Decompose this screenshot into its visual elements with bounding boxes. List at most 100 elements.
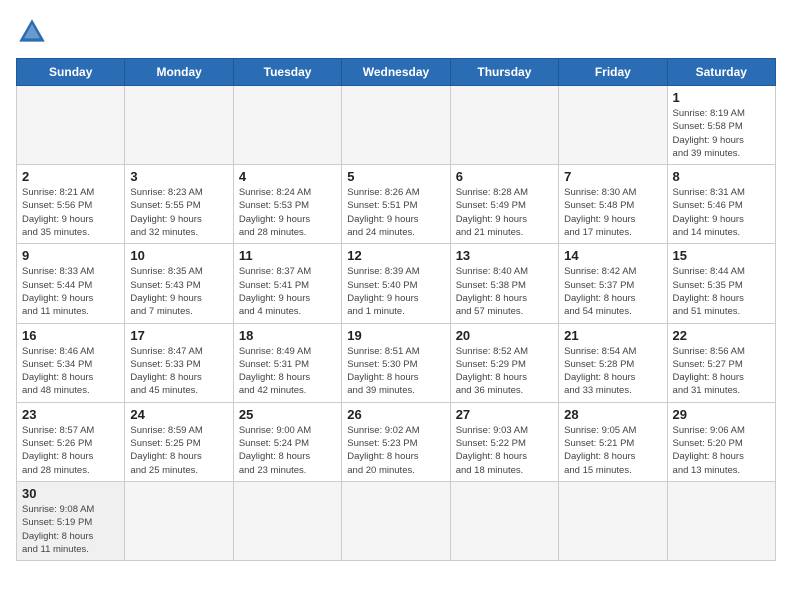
- day-number: 15: [673, 248, 770, 263]
- logo-icon: [16, 16, 48, 48]
- calendar-cell: [342, 86, 450, 165]
- day-info: Sunrise: 8:42 AMSunset: 5:37 PMDaylight:…: [564, 265, 661, 318]
- day-number: 8: [673, 169, 770, 184]
- day-info: Sunrise: 8:33 AMSunset: 5:44 PMDaylight:…: [22, 265, 119, 318]
- day-info: Sunrise: 8:54 AMSunset: 5:28 PMDaylight:…: [564, 345, 661, 398]
- calendar-cell: 23 Sunrise: 8:57 AMSunset: 5:26 PMDayligh…: [17, 402, 125, 481]
- calendar-cell: 24 Sunrise: 8:59 AMSunset: 5:25 PMDayligh…: [125, 402, 233, 481]
- day-number: 2: [22, 169, 119, 184]
- calendar-cell: 7Sunrise: 8:30 AMSunset: 5:48 PMDaylight…: [559, 165, 667, 244]
- calendar-cell: [233, 481, 341, 560]
- calendar-cell: 14 Sunrise: 8:42 AMSunset: 5:37 PMDayligh…: [559, 244, 667, 323]
- weekday-header: Friday: [559, 59, 667, 86]
- calendar-row: 16Sunrise: 8:46 AMSunset: 5:34 PMDayligh…: [17, 323, 776, 402]
- day-info: Sunrise: 8:35 AMSunset: 5:43 PMDaylight:…: [130, 265, 227, 318]
- day-number: 3: [130, 169, 227, 184]
- calendar-cell: 11 Sunrise: 8:37 AMSunset: 5:41 PMDayligh…: [233, 244, 341, 323]
- calendar-cell: 19 Sunrise: 8:51 AMSunset: 5:30 PMDayligh…: [342, 323, 450, 402]
- day-number: 5: [347, 169, 444, 184]
- day-number: 6: [456, 169, 553, 184]
- weekday-header: Sunday: [17, 59, 125, 86]
- day-number: 4: [239, 169, 336, 184]
- calendar-cell: 4Sunrise: 8:24 AMSunset: 5:53 PMDaylight…: [233, 165, 341, 244]
- calendar-cell: 10 Sunrise: 8:35 AMSunset: 5:43 PMDayligh…: [125, 244, 233, 323]
- weekday-header: Saturday: [667, 59, 775, 86]
- calendar-cell: 5 Sunrise: 8:26 AMSunset: 5:51 PMDaylight…: [342, 165, 450, 244]
- weekday-header: Monday: [125, 59, 233, 86]
- day-number: 24: [130, 407, 227, 422]
- calendar-cell: 9 Sunrise: 8:33 AMSunset: 5:44 PMDaylight…: [17, 244, 125, 323]
- day-info: Sunrise: 9:08 AMSunset: 5:19 PMDaylight:…: [22, 503, 119, 556]
- calendar-cell: 18 Sunrise: 8:49 AMSunset: 5:31 PMDayligh…: [233, 323, 341, 402]
- calendar-table: SundayMondayTuesdayWednesdayThursdayFrid…: [16, 58, 776, 561]
- day-info: Sunrise: 8:59 AMSunset: 5:25 PMDaylight:…: [130, 424, 227, 477]
- calendar-cell: [17, 86, 125, 165]
- day-info: Sunrise: 8:44 AMSunset: 5:35 PMDaylight:…: [673, 265, 770, 318]
- day-number: 23: [22, 407, 119, 422]
- calendar-cell: 3 Sunrise: 8:23 AMSunset: 5:55 PMDaylight…: [125, 165, 233, 244]
- logo: [16, 16, 52, 48]
- calendar-cell: 13 Sunrise: 8:40 AMSunset: 5:38 PMDayligh…: [450, 244, 558, 323]
- calendar-cell: 25Sunrise: 9:00 AMSunset: 5:24 PMDayligh…: [233, 402, 341, 481]
- calendar-row: 9 Sunrise: 8:33 AMSunset: 5:44 PMDaylight…: [17, 244, 776, 323]
- calendar-cell: 1Sunrise: 8:19 AMSunset: 5:58 PMDaylight…: [667, 86, 775, 165]
- calendar-cell: 22Sunrise: 8:56 AMSunset: 5:27 PMDayligh…: [667, 323, 775, 402]
- day-number: 18: [239, 328, 336, 343]
- day-info: Sunrise: 8:23 AMSunset: 5:55 PMDaylight:…: [130, 186, 227, 239]
- calendar-cell: 8 Sunrise: 8:31 AMSunset: 5:46 PMDaylight…: [667, 165, 775, 244]
- day-info: Sunrise: 8:57 AMSunset: 5:26 PMDaylight:…: [22, 424, 119, 477]
- day-info: Sunrise: 8:39 AMSunset: 5:40 PMDaylight:…: [347, 265, 444, 318]
- calendar-cell: 27Sunrise: 9:03 AMSunset: 5:22 PMDayligh…: [450, 402, 558, 481]
- calendar-cell: [559, 481, 667, 560]
- calendar-cell: 28 Sunrise: 9:05 AMSunset: 5:21 PMDayligh…: [559, 402, 667, 481]
- calendar-cell: [667, 481, 775, 560]
- calendar-cell: 2 Sunrise: 8:21 AMSunset: 5:56 PMDaylight…: [17, 165, 125, 244]
- calendar-cell: 21 Sunrise: 8:54 AMSunset: 5:28 PMDayligh…: [559, 323, 667, 402]
- day-info: Sunrise: 8:37 AMSunset: 5:41 PMDaylight:…: [239, 265, 336, 318]
- day-info: Sunrise: 8:21 AMSunset: 5:56 PMDaylight:…: [22, 186, 119, 239]
- calendar-cell: [342, 481, 450, 560]
- calendar-cell: 30 Sunrise: 9:08 AMSunset: 5:19 PMDayligh…: [17, 481, 125, 560]
- calendar-cell: 20Sunrise: 8:52 AMSunset: 5:29 PMDayligh…: [450, 323, 558, 402]
- day-number: 14: [564, 248, 661, 263]
- day-info: Sunrise: 9:05 AMSunset: 5:21 PMDaylight:…: [564, 424, 661, 477]
- day-info: Sunrise: 8:46 AMSunset: 5:34 PMDaylight:…: [22, 345, 119, 398]
- calendar-cell: [559, 86, 667, 165]
- day-number: 10: [130, 248, 227, 263]
- weekday-header: Thursday: [450, 59, 558, 86]
- day-number: 26: [347, 407, 444, 422]
- day-number: 28: [564, 407, 661, 422]
- day-number: 13: [456, 248, 553, 263]
- calendar-row: 23 Sunrise: 8:57 AMSunset: 5:26 PMDayligh…: [17, 402, 776, 481]
- calendar-cell: [450, 481, 558, 560]
- day-number: 1: [673, 90, 770, 105]
- calendar-cell: 26Sunrise: 9:02 AMSunset: 5:23 PMDayligh…: [342, 402, 450, 481]
- day-number: 17: [130, 328, 227, 343]
- calendar-row: 2 Sunrise: 8:21 AMSunset: 5:56 PMDaylight…: [17, 165, 776, 244]
- day-number: 21: [564, 328, 661, 343]
- calendar-cell: 12Sunrise: 8:39 AMSunset: 5:40 PMDayligh…: [342, 244, 450, 323]
- day-number: 11: [239, 248, 336, 263]
- calendar-cell: 29 Sunrise: 9:06 AMSunset: 5:20 PMDayligh…: [667, 402, 775, 481]
- day-info: Sunrise: 8:47 AMSunset: 5:33 PMDaylight:…: [130, 345, 227, 398]
- day-info: Sunrise: 8:40 AMSunset: 5:38 PMDaylight:…: [456, 265, 553, 318]
- day-info: Sunrise: 9:03 AMSunset: 5:22 PMDaylight:…: [456, 424, 553, 477]
- calendar-cell: 16Sunrise: 8:46 AMSunset: 5:34 PMDayligh…: [17, 323, 125, 402]
- day-info: Sunrise: 8:26 AMSunset: 5:51 PMDaylight:…: [347, 186, 444, 239]
- day-info: Sunrise: 8:31 AMSunset: 5:46 PMDaylight:…: [673, 186, 770, 239]
- day-number: 29: [673, 407, 770, 422]
- page-header: [16, 16, 776, 48]
- calendar-cell: [125, 86, 233, 165]
- day-number: 30: [22, 486, 119, 501]
- calendar-cell: 17 Sunrise: 8:47 AMSunset: 5:33 PMDayligh…: [125, 323, 233, 402]
- weekday-header: Tuesday: [233, 59, 341, 86]
- day-info: Sunrise: 9:06 AMSunset: 5:20 PMDaylight:…: [673, 424, 770, 477]
- day-info: Sunrise: 8:30 AMSunset: 5:48 PMDaylight:…: [564, 186, 661, 239]
- day-number: 22: [673, 328, 770, 343]
- day-number: 19: [347, 328, 444, 343]
- calendar-cell: 15 Sunrise: 8:44 AMSunset: 5:35 PMDayligh…: [667, 244, 775, 323]
- day-info: Sunrise: 8:51 AMSunset: 5:30 PMDaylight:…: [347, 345, 444, 398]
- day-number: 9: [22, 248, 119, 263]
- calendar-cell: 6Sunrise: 8:28 AMSunset: 5:49 PMDaylight…: [450, 165, 558, 244]
- day-info: Sunrise: 8:49 AMSunset: 5:31 PMDaylight:…: [239, 345, 336, 398]
